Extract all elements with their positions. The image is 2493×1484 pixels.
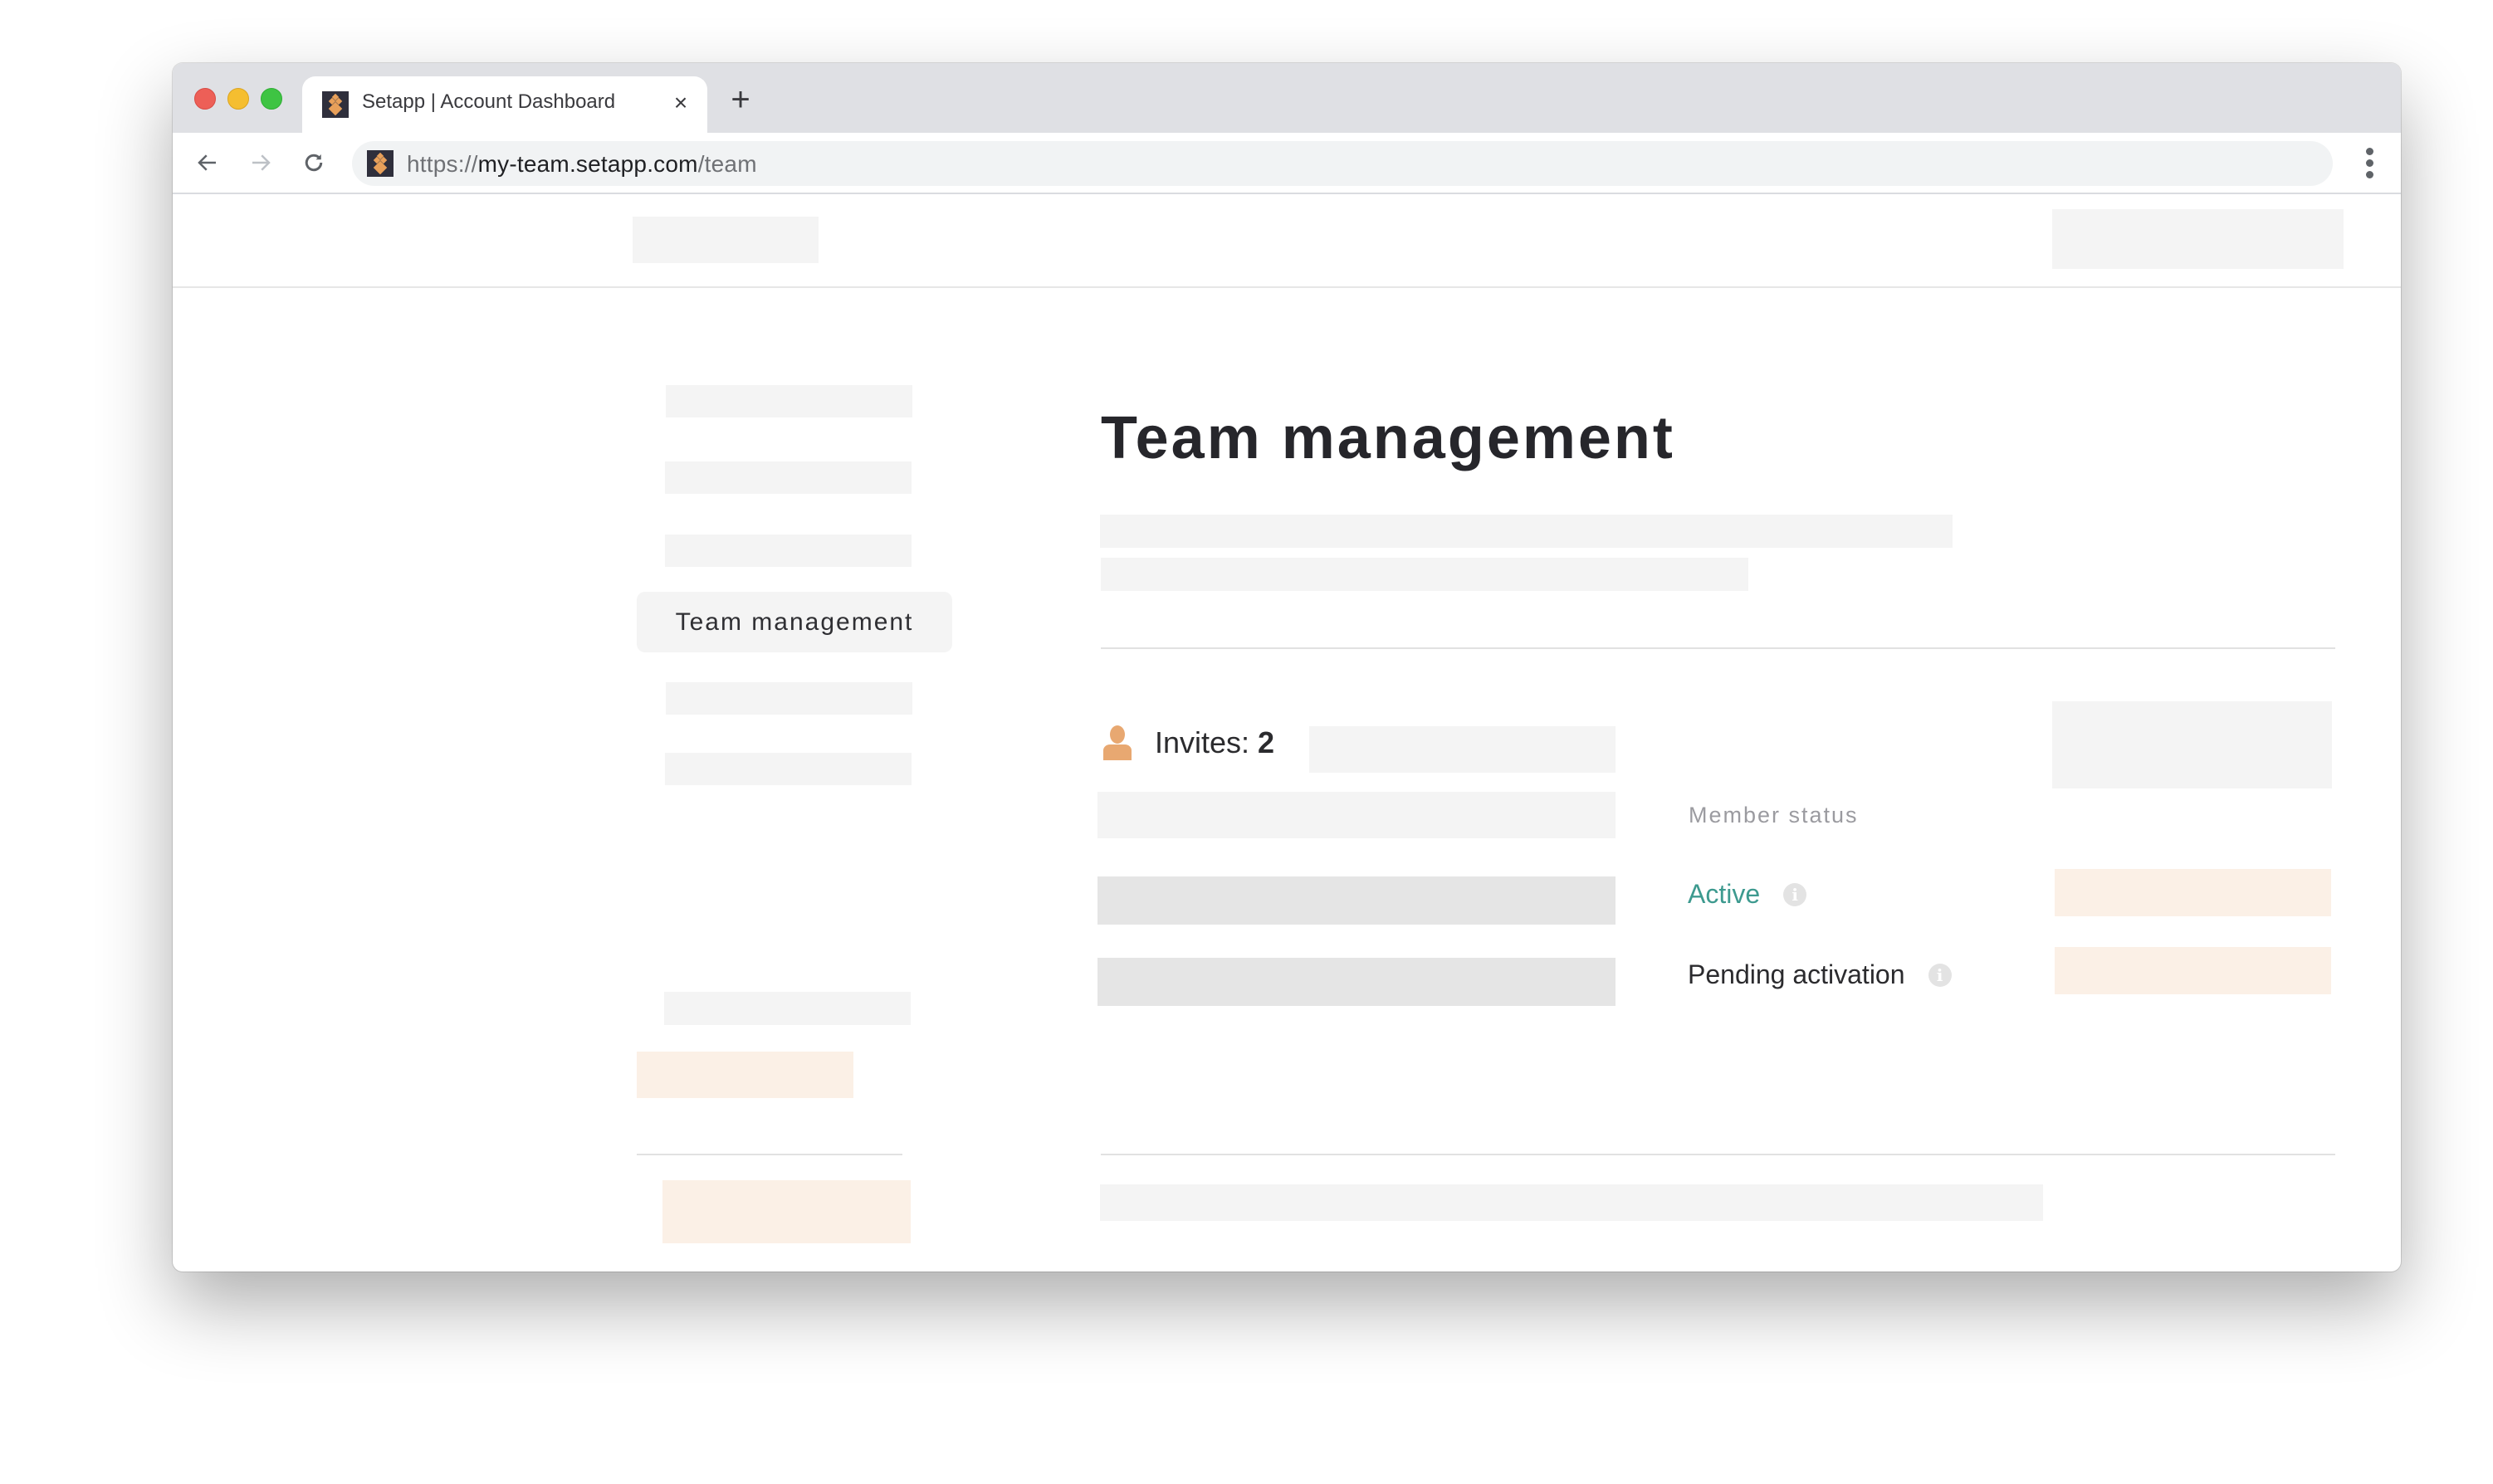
reload-button[interactable] (296, 144, 332, 181)
status-active-label: Active (1688, 879, 1761, 909)
browser-menu-icon[interactable] (2364, 148, 2374, 181)
sidebar-divider (637, 1154, 902, 1155)
reload-icon (305, 154, 323, 172)
url-path: /team (697, 151, 757, 177)
description-line (1101, 558, 1748, 591)
tab-title: Setapp | Account Dashboard (362, 90, 616, 113)
sidebar-item[interactable] (665, 461, 912, 494)
invites-count: 2 (1258, 725, 1275, 759)
tab-setapp-dashboard[interactable]: Setapp | Account Dashboard × (302, 76, 707, 134)
close-window-button[interactable] (194, 88, 216, 110)
section-divider (1101, 647, 2335, 649)
browser-toolbar: https://my-team.setapp.com/team (173, 133, 2401, 194)
minimize-window-button[interactable] (227, 88, 249, 110)
page-title: Team management (1101, 405, 1675, 471)
active-count-placeholder (2055, 869, 2331, 916)
arrow-left-icon (198, 154, 216, 171)
browser-window: Setapp | Account Dashboard × + https://m… (173, 63, 2401, 1272)
back-button[interactable] (189, 144, 226, 181)
url-text[interactable]: https://my-team.setapp.com/team (407, 151, 757, 178)
sidebar-item[interactable] (666, 682, 912, 715)
page-content: Team management Team management Invites:… (173, 194, 2401, 1272)
footer-divider (1101, 1154, 2335, 1155)
logo-placeholder (633, 217, 819, 263)
sidebar-item-label: Team management (675, 608, 914, 636)
address-bar[interactable]: https://my-team.setapp.com/team (352, 141, 2333, 186)
info-icon[interactable]: i (1783, 882, 1807, 906)
arrow-right-icon (252, 154, 271, 171)
member-row-placeholder (1097, 876, 1616, 925)
new-tab-button[interactable]: + (724, 83, 757, 116)
pending-count-placeholder (2055, 947, 2331, 994)
invites-counter: Invites: 2 (1103, 720, 1274, 765)
invite-button-placeholder[interactable] (2052, 701, 2332, 788)
url-host: my-team.setapp.com (477, 151, 698, 177)
status-pending: Pending activation i (1688, 959, 1952, 990)
description-line (1100, 515, 1953, 548)
maximize-window-button[interactable] (261, 88, 282, 110)
sidebar-item[interactable] (666, 385, 912, 417)
status-pending-label: Pending activation (1688, 959, 1905, 989)
url-scheme: https:// (407, 151, 478, 177)
site-favicon-icon (367, 150, 394, 177)
invites-label: Invites: (1155, 725, 1250, 759)
status-active: Active i (1688, 879, 1807, 910)
sidebar-cta-placeholder[interactable] (637, 1052, 853, 1098)
sidebar-item-team-management[interactable]: Team management (637, 592, 952, 652)
header-divider (173, 286, 2401, 288)
setapp-logo-icon (322, 91, 349, 118)
sidebar-promo-placeholder[interactable] (662, 1180, 911, 1243)
tab-strip: Setapp | Account Dashboard × + (173, 63, 2401, 134)
footer-text-placeholder (1100, 1184, 2043, 1221)
info-icon[interactable]: i (1928, 963, 1952, 987)
sidebar-item[interactable] (664, 992, 911, 1025)
invite-action-placeholder[interactable] (1309, 726, 1616, 773)
header-action-placeholder[interactable] (2052, 209, 2344, 269)
member-status-heading: Member status (1689, 803, 1859, 827)
forward-button[interactable] (242, 144, 279, 181)
member-row-placeholder (1097, 792, 1616, 838)
sidebar-item[interactable] (665, 753, 912, 785)
person-icon (1103, 725, 1132, 760)
close-tab-icon[interactable]: × (667, 88, 694, 118)
sidebar-item[interactable] (665, 535, 912, 567)
member-row-placeholder (1097, 958, 1616, 1006)
